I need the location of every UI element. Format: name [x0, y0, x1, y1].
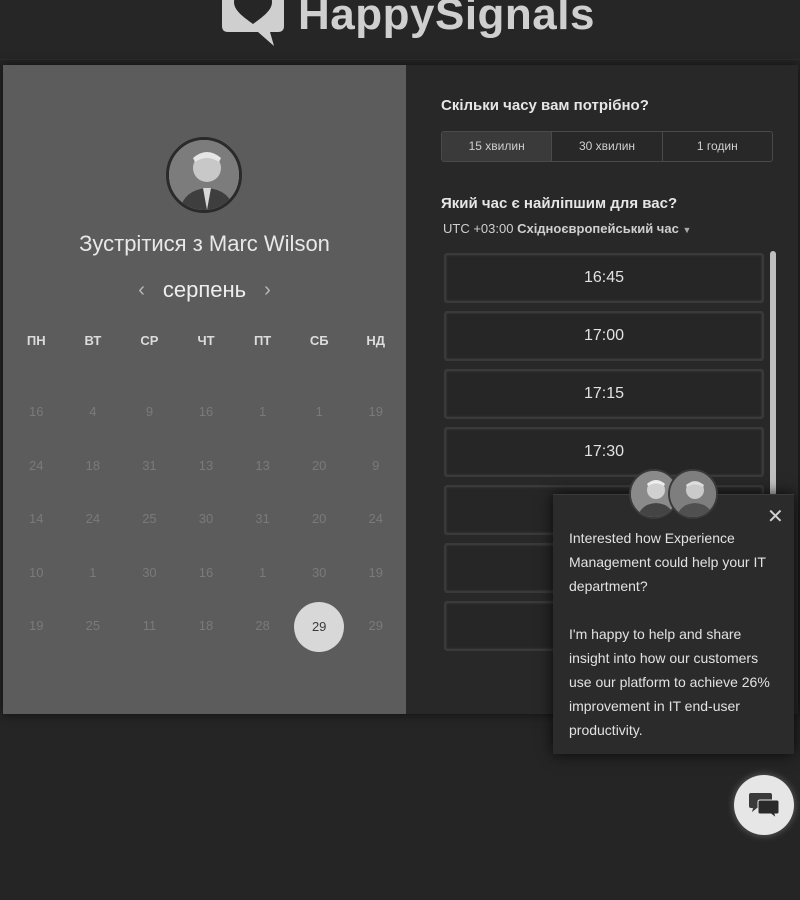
popup-paragraph: Interested how Experience Management cou…: [569, 530, 766, 594]
weekday-header: ПН ВТ СР ЧТ ПТ СБ НД: [8, 333, 404, 357]
calendar-week: 19 25 11 18 28 29 29: [8, 599, 404, 653]
caret-down-icon: ▼: [682, 225, 692, 235]
calendar-day: 13: [255, 457, 270, 473]
calendar-day: 9: [372, 457, 380, 473]
selected-day-label: 29: [294, 601, 345, 652]
calendar-day: 31: [255, 511, 270, 526]
agent-avatar: [668, 469, 718, 519]
header: HappySignals: [0, 0, 800, 60]
close-icon[interactable]: ✕: [767, 507, 784, 527]
weekday-label: СР: [140, 333, 159, 348]
calendar-day: 1: [258, 404, 267, 419]
popup-paragraph: I'm happy to help and share insight into…: [569, 626, 770, 738]
host-avatar: [166, 137, 242, 213]
calendar-day: 18: [85, 457, 101, 473]
month-label: серпень: [162, 277, 247, 302]
heart-speech-bubble-icon: [222, 0, 284, 46]
calendar-day: 29: [368, 618, 383, 633]
calendar-day: 10: [29, 564, 44, 580]
duration-option-30[interactable]: 30 хвилин: [552, 132, 663, 161]
calendar-week: 14 24 25 30 31 20 24: [8, 492, 404, 546]
calendar-grid: ПН ВТ СР ЧТ ПТ СБ НД 16 4 9 16 1 1 19 24…: [8, 333, 404, 653]
calendar-day: 25: [142, 511, 157, 526]
calendar-day: 16: [198, 404, 214, 419]
calendar-day: 24: [29, 457, 44, 473]
calendar-day: 1: [258, 564, 267, 580]
calendar-panel: Зустрітися з Marc Wilson ‹ серпень › ПН …: [3, 65, 406, 714]
timezone-offset: UTC +03:00: [443, 221, 514, 236]
month-navigation: ‹ серпень ›: [3, 277, 406, 303]
weekday-label: НД: [366, 333, 386, 348]
popup-message: Interested how Experience Management cou…: [569, 526, 784, 766]
chevron-right-icon[interactable]: ›: [264, 279, 271, 302]
calendar-week: 24 18 31 13 13 20 9: [8, 439, 404, 493]
calendar-day: 19: [368, 564, 383, 580]
chat-popup: ✕ Interested how Experience Management c…: [553, 469, 794, 754]
duration-option-60[interactable]: 1 годин: [663, 132, 772, 161]
chevron-left-icon[interactable]: ‹: [138, 279, 145, 302]
weekday-label: СБ: [309, 333, 329, 348]
chat-bubble-icon: [749, 793, 780, 819]
calendar-day: 1: [89, 564, 97, 580]
weekday-label: ПТ: [253, 333, 272, 348]
timezone-name: Східноєвропейський час: [517, 221, 679, 236]
weekday-label: ПН: [26, 333, 46, 348]
calendar-day: 24: [85, 511, 101, 526]
calendar-day: 20: [311, 457, 327, 473]
calendar-day: 16: [198, 564, 214, 580]
calendar-week: 16 4 9 16 1 1 19: [8, 385, 404, 439]
calendar-week: 10 1 30 16 1 30 19: [8, 546, 404, 600]
time-slot[interactable]: 17:00: [444, 311, 764, 361]
brand-name: HappySignals: [298, 0, 595, 39]
meet-title: Зустрітися з Marc Wilson: [79, 231, 330, 256]
calendar-day-selected[interactable]: 29: [291, 599, 348, 653]
calendar-day: 24: [368, 511, 383, 526]
duration-selector: 15 хвилин 30 хвилин 1 годин: [441, 131, 773, 162]
duration-question: Скільки часу вам потрібно?: [441, 97, 649, 114]
calendar-day: 19: [29, 618, 44, 633]
brand-logo[interactable]: HappySignals: [214, 0, 595, 48]
calendar-day: 30: [311, 564, 327, 580]
calendar-day: 1: [315, 404, 323, 419]
calendar-day: 14: [29, 511, 44, 526]
calendar-day: 28: [255, 618, 270, 633]
calendar-day: 20: [311, 511, 327, 526]
calendar-day: 4: [89, 404, 97, 419]
calendar-day: 18: [198, 618, 214, 633]
person-avatar-icon: [169, 140, 239, 210]
time-slot[interactable]: 16:45: [444, 253, 764, 303]
time-question: Який час є найліпшим для вас?: [441, 195, 678, 212]
calendar-day: 30: [198, 511, 214, 526]
chat-launcher-button[interactable]: [734, 775, 794, 835]
calendar-day: 11: [142, 618, 157, 633]
calendar-day: 19: [368, 404, 383, 419]
calendar-day: 25: [85, 618, 101, 633]
time-slot[interactable]: 17:15: [444, 369, 764, 419]
calendar-day: 31: [142, 457, 157, 473]
time-slot-scrollbar[interactable]: [770, 251, 776, 496]
calendar-day: 9: [145, 404, 154, 419]
weekday-label: ЧТ: [197, 333, 215, 348]
weekday-label: ВТ: [84, 333, 102, 348]
calendar-day: 30: [142, 564, 157, 580]
timezone-dropdown[interactable]: UTC +03:00 Східноєвропейський час ▼: [443, 221, 691, 236]
calendar-day: 13: [198, 457, 214, 473]
duration-option-15[interactable]: 15 хвилин: [442, 132, 553, 161]
calendar-day: 16: [29, 404, 44, 419]
person-avatar-icon: [670, 471, 716, 517]
time-slot[interactable]: 17:30: [444, 427, 764, 477]
